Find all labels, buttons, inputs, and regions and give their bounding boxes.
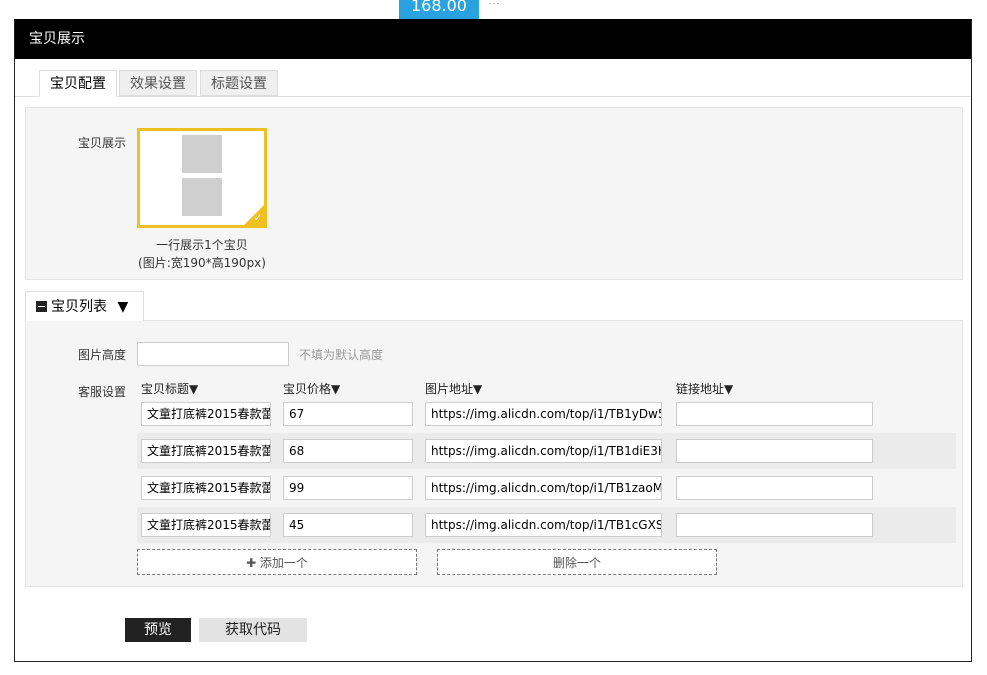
add-item-button[interactable]: ✚ 添加一个: [137, 549, 417, 575]
image-height-input[interactable]: [137, 342, 289, 366]
link-url-input[interactable]: [676, 476, 873, 500]
tab-effect-settings[interactable]: 效果设置: [119, 70, 197, 96]
price-input[interactable]: 67: [283, 402, 413, 426]
column-price-header[interactable]: 宝贝价格▼: [283, 380, 340, 397]
price-badge: 168.00: [399, 0, 479, 19]
option-caption: 一行展示1个宝贝: [156, 238, 248, 252]
link-url-input[interactable]: [676, 402, 873, 426]
table-row: 文童打底裤2015春款蕾 67 https://img.alicdn.com/t…: [137, 397, 956, 433]
display-label: 宝贝展示: [78, 136, 127, 150]
preview-button[interactable]: 预览: [125, 618, 191, 642]
item-list-section: 图片高度 不填为默认高度 客服设置 宝贝标题▼ 宝贝价格▼ 图片地址▼ 链接地址…: [25, 320, 963, 587]
item-list-label: 宝贝列表: [51, 299, 107, 315]
option-size-caption: (图片:宽190*高190px): [138, 256, 266, 270]
layout-option-tile[interactable]: ✓: [137, 128, 267, 228]
display-section: 宝贝展示 ✓ 一行展示1个宝贝 (图片:宽190*高190px): [25, 107, 963, 280]
config-panel: 宝贝展示 宝贝配置 效果设置 标题设置 宝贝展示 ✓ 一行展示1个宝贝 (图片:…: [14, 19, 972, 662]
delete-item-button[interactable]: 删除一个: [437, 549, 717, 575]
image-url-input[interactable]: https://img.alicdn.com/top/i1/TB1diE3HpX: [425, 439, 662, 463]
image-height-label: 图片高度: [78, 348, 127, 362]
title-input[interactable]: 文童打底裤2015春款蕾: [141, 476, 271, 500]
image-placeholder: [182, 178, 222, 216]
link-url-input[interactable]: [676, 513, 873, 537]
get-code-button[interactable]: 获取代码: [199, 618, 307, 642]
title-input[interactable]: 文童打底裤2015春款蕾: [141, 402, 271, 426]
collapse-icon: [36, 301, 47, 312]
image-url-input[interactable]: https://img.alicdn.com/top/i1/TB1zaoMKV: [425, 476, 662, 500]
table-row: 文童打底裤2015春款蕾 68 https://img.alicdn.com/t…: [137, 433, 956, 469]
panel-title: 宝贝展示: [15, 19, 971, 59]
price-input[interactable]: 99: [283, 476, 413, 500]
image-placeholder: [182, 135, 222, 173]
service-settings-label: 客服设置: [78, 385, 127, 399]
check-icon: ✓: [253, 213, 262, 224]
tab-item-config[interactable]: 宝贝配置: [39, 70, 117, 97]
link-url-input[interactable]: [676, 439, 873, 463]
table-row: 文童打底裤2015春款蕾 99 https://img.alicdn.com/t…: [137, 470, 956, 506]
title-input[interactable]: 文童打底裤2015春款蕾: [141, 439, 271, 463]
price-input[interactable]: 68: [283, 439, 413, 463]
tab-title-settings[interactable]: 标题设置: [200, 70, 278, 96]
tab-bar: 宝贝配置 效果设置 标题设置: [15, 59, 971, 97]
table-row: 文童打底裤2015春款蕾 45 https://img.alicdn.com/t…: [137, 507, 956, 543]
column-title-header[interactable]: 宝贝标题▼: [141, 380, 198, 397]
column-image-header[interactable]: 图片地址▼: [425, 380, 482, 397]
image-height-hint: 不填为默认高度: [299, 348, 384, 362]
image-url-input[interactable]: https://img.alicdn.com/top/i1/TB1yDw5Hp: [425, 402, 662, 426]
peek-text: …: [488, 0, 578, 4]
price-input[interactable]: 45: [283, 513, 413, 537]
dropdown-arrow-icon: ▼: [117, 299, 129, 315]
title-input[interactable]: 文童打底裤2015春款蕾: [141, 513, 271, 537]
image-url-input[interactable]: https://img.alicdn.com/top/i1/TB1cGXSKF.: [425, 513, 662, 537]
column-link-header[interactable]: 链接地址▼: [676, 380, 733, 397]
item-list-toggle[interactable]: 宝贝列表 ▼: [25, 291, 144, 321]
